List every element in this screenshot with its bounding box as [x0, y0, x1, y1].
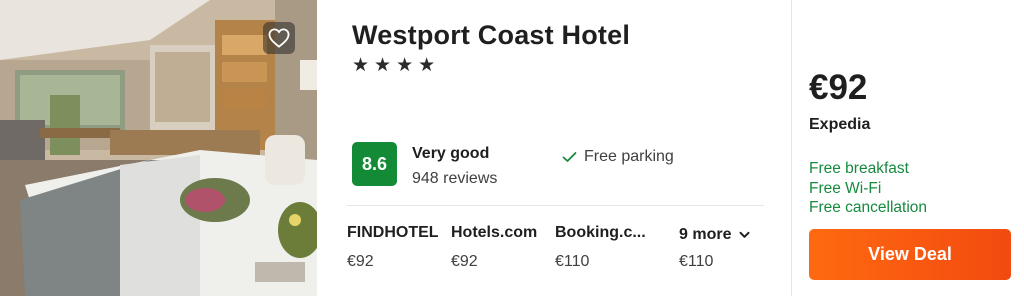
- check-icon: [562, 152, 577, 162]
- provider-offer[interactable]: Booking.c... €110: [555, 224, 655, 271]
- column-divider: [791, 0, 792, 296]
- review-score-badge[interactable]: 8.6: [352, 142, 397, 186]
- hotel-photo[interactable]: [0, 0, 317, 296]
- amenity-label: Free parking: [584, 148, 674, 165]
- heart-icon: [268, 28, 290, 48]
- provider-price: €92: [451, 253, 478, 270]
- favorite-button[interactable]: [263, 22, 295, 54]
- provider-offer[interactable]: FINDHOTEL €92: [347, 224, 447, 271]
- deal-provider: Expedia: [809, 116, 871, 133]
- hotel-result-card: Westport Coast Hotel ★ ★ ★ ★ 8.6 Very go…: [0, 0, 1024, 296]
- review-score-label: Very good: [412, 145, 490, 162]
- star-icon: ★: [374, 55, 392, 76]
- divider: [347, 205, 764, 206]
- provider-offer[interactable]: Hotels.com €92: [451, 224, 551, 271]
- chevron-down-icon: [739, 231, 750, 238]
- provider-name: FINDHOTEL: [347, 224, 439, 241]
- star-icon: ★: [418, 55, 436, 76]
- provider-price: €92: [347, 253, 374, 270]
- star-icon: ★: [352, 55, 370, 76]
- star-icon: ★: [396, 55, 414, 76]
- hotel-name[interactable]: Westport Coast Hotel: [352, 20, 630, 51]
- review-count[interactable]: 948 reviews: [412, 170, 497, 188]
- deal-price: €92: [809, 68, 868, 107]
- star-rating: ★ ★ ★ ★: [352, 56, 435, 76]
- more-providers-button[interactable]: 9 more: [679, 226, 750, 244]
- provider-name: Hotels.com: [451, 224, 538, 241]
- deal-perk: Free Wi-Fi: [809, 179, 882, 197]
- amenity-item: Free parking: [562, 148, 674, 166]
- view-deal-button[interactable]: View Deal: [809, 229, 1011, 280]
- provider-price: €110: [555, 253, 590, 270]
- more-providers-price: €110: [679, 253, 714, 270]
- deal-perk: Free breakfast: [809, 160, 909, 177]
- more-providers-label: 9 more: [679, 226, 732, 243]
- deal-perks-list: Free breakfast Free Wi-Fi Free cancellat…: [809, 159, 927, 218]
- deal-perk: Free cancellation: [809, 199, 928, 216]
- provider-name: Booking.c...: [555, 224, 646, 241]
